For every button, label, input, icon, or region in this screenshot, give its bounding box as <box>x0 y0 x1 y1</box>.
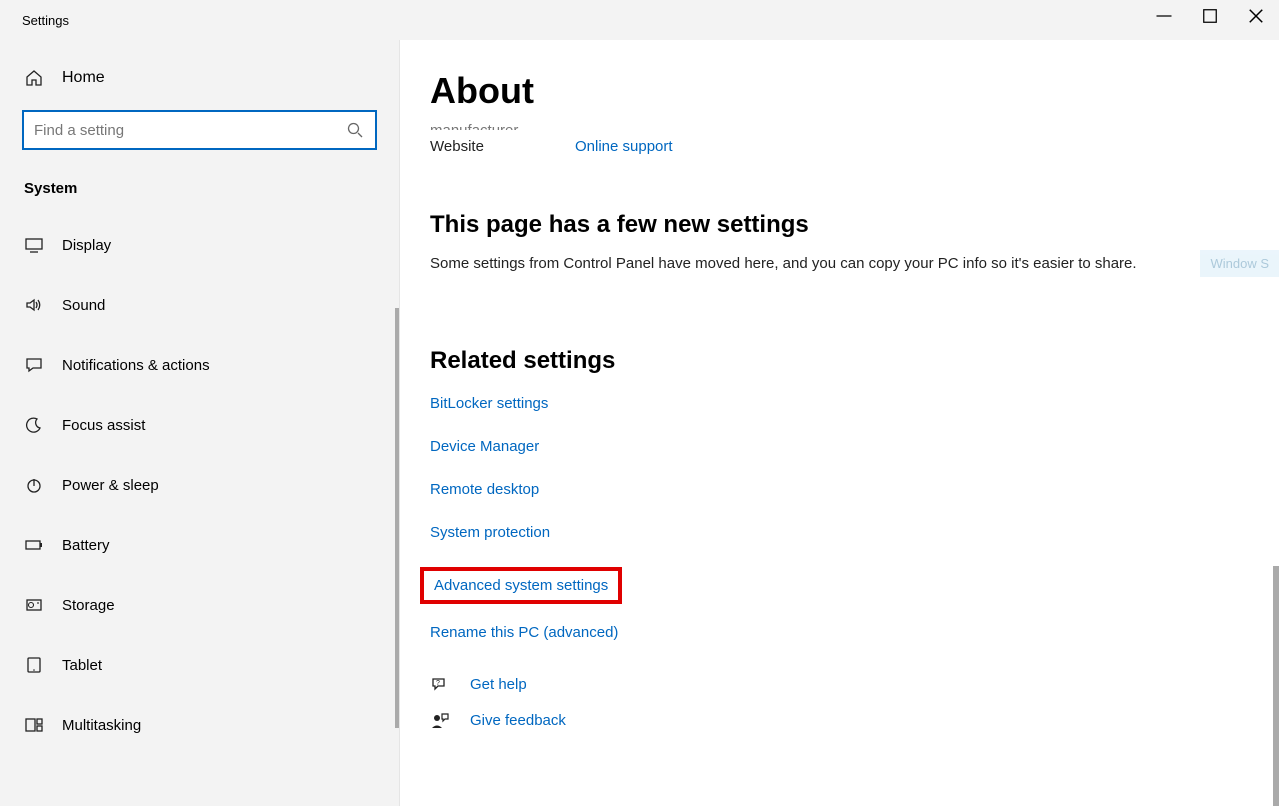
sidebar-item-sound[interactable]: Sound <box>0 275 399 335</box>
sidebar-item-tablet[interactable]: Tablet <box>0 635 399 695</box>
get-help-link[interactable]: Get help <box>470 676 527 693</box>
category-title: System <box>0 170 399 215</box>
get-help-row[interactable]: ? Get help <box>430 675 1249 695</box>
speaker-icon <box>24 295 44 315</box>
moon-icon <box>24 415 44 435</box>
minimize-button[interactable] <box>1141 0 1187 32</box>
sidebar: Home System Display Sound Notifications … <box>0 40 400 806</box>
sidebar-item-battery[interactable]: Battery <box>0 515 399 575</box>
sidebar-item-label: Power & sleep <box>62 477 159 494</box>
sidebar-item-power-sleep[interactable]: Power & sleep <box>0 455 399 515</box>
rename-pc-link[interactable]: Rename this PC (advanced) <box>430 624 618 641</box>
give-feedback-link[interactable]: Give feedback <box>470 712 566 729</box>
home-label: Home <box>62 69 105 87</box>
message-icon <box>24 355 44 375</box>
sidebar-item-label: Display <box>62 237 111 254</box>
manufacturer-row-cut: manufacturer <box>430 122 1249 130</box>
device-manager-link[interactable]: Device Manager <box>430 438 539 455</box>
close-icon <box>1246 6 1266 26</box>
maximize-button[interactable] <box>1187 0 1233 32</box>
multitask-icon <box>24 715 44 735</box>
window-title: Settings <box>22 13 69 28</box>
page-title: About <box>430 70 1249 112</box>
feedback-person-icon <box>430 711 450 731</box>
sidebar-item-label: Sound <box>62 297 105 314</box>
new-settings-sub: Some settings from Control Panel have mo… <box>430 253 1249 275</box>
maximize-icon <box>1200 6 1220 26</box>
sidebar-item-notifications[interactable]: Notifications & actions <box>0 335 399 395</box>
close-button[interactable] <box>1233 0 1279 32</box>
window-controls <box>1141 0 1279 32</box>
give-feedback-row[interactable]: Give feedback <box>430 711 1249 731</box>
bitlocker-link[interactable]: BitLocker settings <box>430 395 548 412</box>
sidebar-item-multitasking[interactable]: Multitasking <box>0 695 399 755</box>
main-scrollbar[interactable] <box>1273 566 1279 806</box>
search-input[interactable] <box>34 122 337 139</box>
advanced-system-link[interactable]: Advanced system settings <box>434 577 608 594</box>
sidebar-item-label: Storage <box>62 597 115 614</box>
sidebar-scrollbar[interactable] <box>395 308 399 728</box>
power-icon <box>24 475 44 495</box>
svg-text:?: ? <box>436 680 440 687</box>
sidebar-item-label: Tablet <box>62 657 102 674</box>
advanced-system-highlight: Advanced system settings <box>420 567 622 604</box>
storage-icon <box>24 595 44 615</box>
home-icon <box>24 68 44 88</box>
sidebar-item-label: Focus assist <box>62 417 145 434</box>
battery-icon <box>24 535 44 555</box>
system-protection-link[interactable]: System protection <box>430 524 550 541</box>
website-label: Website <box>430 138 575 155</box>
help-bubble-icon: ? <box>430 675 450 695</box>
related-heading: Related settings <box>430 347 1249 375</box>
remote-desktop-link[interactable]: Remote desktop <box>430 481 539 498</box>
new-settings-heading: This page has a few new settings <box>430 211 1249 239</box>
home-button[interactable]: Home <box>0 56 399 100</box>
website-row: Website Online support <box>430 138 1249 155</box>
sidebar-item-label: Multitasking <box>62 717 141 734</box>
online-support-link[interactable]: Online support <box>575 138 673 155</box>
sidebar-item-storage[interactable]: Storage <box>0 575 399 635</box>
search-icon <box>345 120 365 140</box>
sidebar-item-focus-assist[interactable]: Focus assist <box>0 395 399 455</box>
sidebar-item-label: Battery <box>62 537 110 554</box>
monitor-icon <box>24 235 44 255</box>
faded-suggestion-pill: Window S <box>1200 250 1279 277</box>
main: About manufacturer Website Online suppor… <box>400 40 1279 806</box>
title-bar: Settings <box>0 0 1279 40</box>
sidebar-item-label: Notifications & actions <box>62 357 210 374</box>
tablet-icon <box>24 655 44 675</box>
minimize-icon <box>1154 6 1174 26</box>
sidebar-item-display[interactable]: Display <box>0 215 399 275</box>
search-box[interactable] <box>22 110 377 150</box>
